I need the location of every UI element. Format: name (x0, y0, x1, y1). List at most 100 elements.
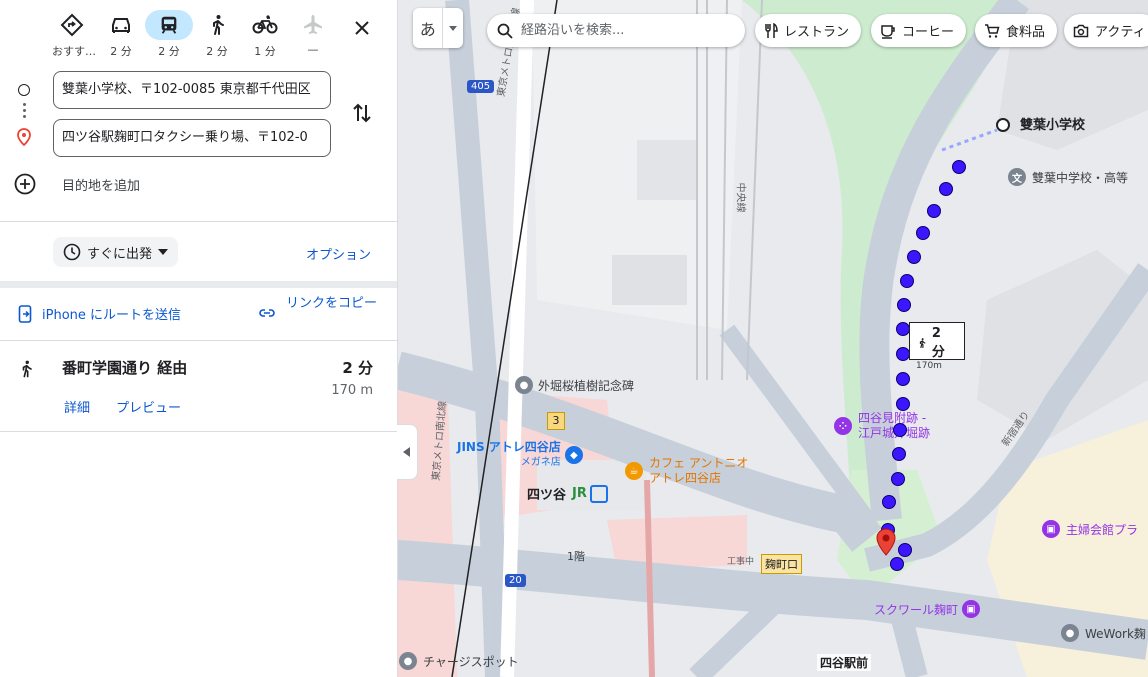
station-yotsuya[interactable]: 四ツ谷 JR (527, 484, 608, 503)
add-destination-button[interactable]: 目的地を追加 (14, 173, 140, 195)
close-icon (355, 21, 369, 35)
send-to-phone-icon (18, 304, 32, 323)
route-dot (882, 495, 896, 509)
origin-school-label: 雙葉小学校 (1020, 118, 1086, 133)
copy-link-button[interactable]: リンクをコピー (258, 295, 378, 322)
chip-activities-label: アクティ (1095, 25, 1146, 40)
chip-coffee[interactable]: コーヒー (871, 14, 967, 47)
add-circle-icon (14, 173, 36, 195)
mode-car[interactable]: 2 分 (101, 10, 141, 59)
language-toggle[interactable]: あ (413, 8, 463, 48)
walk-duration-tooltip[interactable]: 2 分 170m (909, 322, 965, 371)
poi-charge-label: チャージスポット (423, 654, 519, 669)
mode-car-label: 2 分 (110, 45, 132, 58)
kojimachi-exit-badge: 麹町口 (761, 554, 802, 574)
route-dot (896, 372, 910, 386)
train-icon (161, 16, 177, 34)
poi-wework[interactable]: ● WeWork麹 (1061, 624, 1146, 642)
shopping-bag-icon: ◆ (564, 446, 583, 464)
route-dot (892, 447, 906, 461)
poi-jins-label: JINS アトレ四谷店 (457, 440, 561, 454)
exit-3-badge: 3 (547, 412, 565, 430)
route-dot (893, 423, 907, 437)
poi-mitsuke[interactable]: ⁘ 四谷見附跡 -江戸城外堀跡 (834, 411, 930, 441)
section-separator (0, 281, 397, 288)
poi-sakura-monument[interactable]: ● 外堀桜植樹記念碑 (515, 376, 634, 394)
route-dot (896, 347, 910, 361)
route-distance: 170 m (331, 383, 373, 398)
route-dot (891, 472, 905, 486)
destination-input[interactable]: 四ツ谷駅麹町口タクシー乗り場、〒102-0 (53, 119, 331, 157)
chuo-line-label: 中央線 (734, 182, 746, 213)
poi-jins[interactable]: JINS アトレ四谷店 メガネ店 ◆ (457, 440, 583, 470)
poi-charge-spot[interactable]: ● チャージスポット (399, 652, 519, 670)
bicycle-icon (252, 15, 278, 34)
tooltip-time: 2 分 (931, 326, 945, 360)
landmark-icon: ⁘ (834, 417, 852, 435)
poi-square-label: スクワール麹町 (874, 602, 959, 617)
construction-label: 工事中 (727, 557, 755, 567)
route-option-card[interactable]: 番町学園通り 経由 2 分 170 m 詳細 プレビュー (0, 341, 397, 431)
car-icon (112, 18, 130, 33)
poi-sakura-label: 外堀桜植樹記念碑 (538, 378, 635, 393)
poi-middle-school[interactable]: 文 雙葉中学校・高等 (1008, 168, 1128, 186)
poi-housewife-hall[interactable]: ▣ 主婦会館プラ (1042, 520, 1138, 538)
along-route-search-input[interactable] (519, 22, 723, 39)
preview-link[interactable]: プレビュー (116, 397, 181, 416)
chevron-left-icon (403, 447, 410, 457)
caret-down-icon (158, 249, 169, 255)
poi-cafe-antonio[interactable]: ☕ カフェ アントニオ アトレ四谷店 (625, 456, 748, 486)
chip-groceries-label: 食料品 (1006, 25, 1046, 40)
shopping-icon: ▣ (962, 600, 981, 618)
route-dot (939, 182, 953, 196)
destination-map-pin-icon[interactable] (876, 528, 896, 556)
add-destination-label: 目的地を追加 (62, 178, 141, 194)
origin-point-icon (996, 118, 1010, 132)
route-diamond-icon (60, 13, 84, 37)
landmark-icon: ▣ (1042, 520, 1060, 538)
chip-activities[interactable]: アクティ (1064, 14, 1148, 47)
tooltip-distance: 170m (916, 361, 942, 371)
monument-icon: ● (515, 376, 533, 394)
poi-middle-school-label: 雙葉中学校・高等 (1032, 170, 1129, 185)
camera-icon (1073, 24, 1089, 37)
cart-icon (985, 23, 1000, 38)
language-button[interactable]: あ (413, 8, 444, 48)
route-dot (890, 557, 904, 571)
mode-bike-label: 1 分 (254, 45, 276, 58)
route-20-badge: 20 (505, 574, 526, 587)
school-icon: 文 (1008, 168, 1026, 186)
collapse-panel-button[interactable] (397, 424, 418, 480)
route-dot (896, 322, 910, 336)
route-dot (896, 397, 910, 411)
chip-groceries[interactable]: 食料品 (975, 14, 1058, 47)
directions-panel: おすす… 2 分 2 分 2 分 1 分 — 雙葉小学校、〒102-0085 東… (0, 0, 398, 677)
depart-time-dropdown[interactable]: すぐに出発 (53, 237, 179, 267)
route-405-badge: 405 (467, 80, 495, 93)
swap-button[interactable] (349, 100, 375, 126)
poi-square-kojimachi[interactable]: スクワール麹町 ▣ (874, 600, 981, 618)
language-dropdown[interactable] (443, 8, 463, 48)
chip-restaurant[interactable]: レストラン (755, 14, 862, 47)
link-icon (259, 309, 275, 317)
mode-best[interactable]: おすす… (52, 10, 96, 59)
along-route-search[interactable] (487, 14, 745, 47)
origin-input[interactable]: 雙葉小学校、〒102-0085 東京都千代田区 (53, 71, 331, 109)
map-canvas[interactable]: 雙葉小学校 文 雙葉中学校・高等 ⁘ 四谷見附跡 -江戸城外堀跡 ● 外堀桜植樹… (397, 0, 1148, 677)
mode-bike[interactable]: 1 分 (245, 10, 285, 59)
mode-walk[interactable]: 2 分 (197, 10, 237, 59)
divider (0, 431, 397, 432)
mode-flight[interactable]: — (293, 10, 333, 56)
route-dot (916, 226, 930, 240)
charging-icon: ● (399, 652, 417, 670)
walk-icon (213, 15, 224, 35)
route-dot (952, 160, 966, 174)
options-button[interactable]: オプション (306, 244, 371, 263)
mode-transit[interactable]: 2 分 (145, 10, 193, 59)
destination-pin-icon (17, 128, 31, 146)
close-directions-button[interactable] (348, 14, 376, 42)
mode-best-label: おすす… (52, 45, 96, 58)
details-link[interactable]: 詳細 (64, 397, 90, 416)
send-to-phone-button[interactable]: iPhone にルートを送信 (18, 304, 181, 323)
mode-transit-label: 2 分 (158, 45, 180, 58)
